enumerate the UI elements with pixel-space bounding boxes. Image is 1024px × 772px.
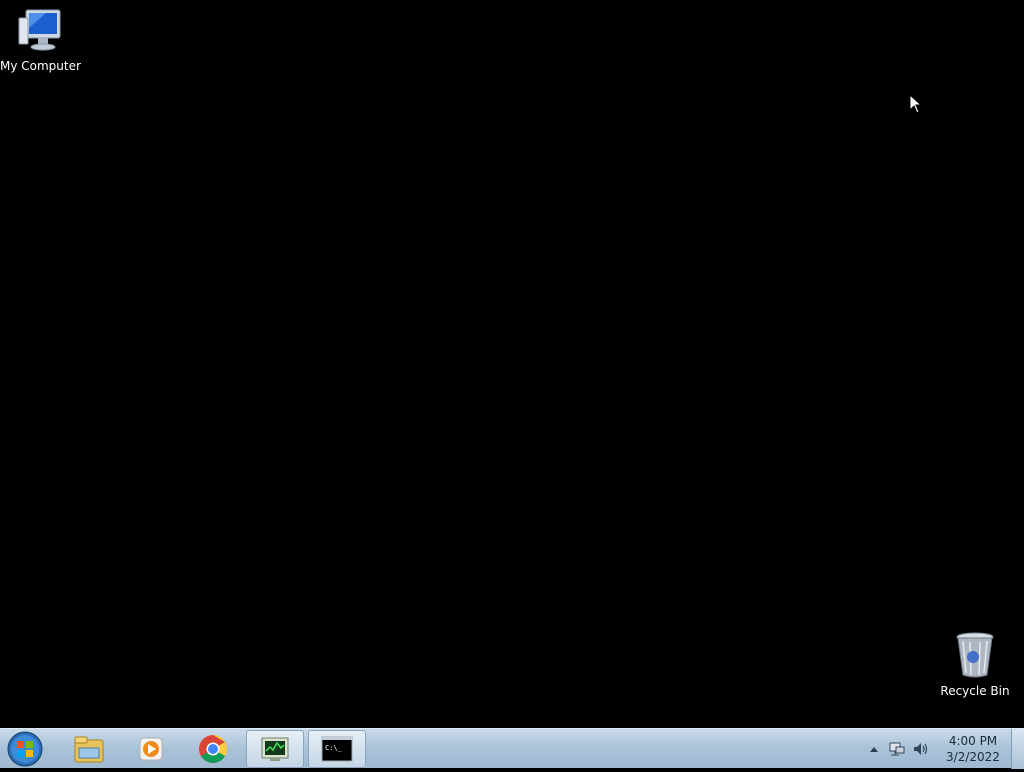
- network-icon: [889, 742, 905, 756]
- computer-icon: [18, 9, 61, 51]
- desktop-icon-recycle-bin[interactable]: Recycle Bin: [935, 631, 1015, 698]
- windows-explorer-icon: [74, 736, 104, 763]
- desktop[interactable]: My Computer Recycle Bin: [0, 0, 1024, 728]
- taskbar-clock[interactable]: 4:00 PM 3/2/2022: [940, 733, 1006, 765]
- taskbar-button-task-manager[interactable]: [246, 730, 304, 768]
- taskbar-button-windows-explorer[interactable]: [60, 730, 118, 768]
- desktop-icon-label: Recycle Bin: [940, 684, 1010, 698]
- start-button[interactable]: [5, 730, 47, 768]
- show-desktop-button[interactable]: [1011, 729, 1024, 769]
- mouse-cursor-icon: [909, 94, 923, 114]
- task-manager-icon: [261, 737, 289, 761]
- recycle-bin-icon: [956, 632, 994, 678]
- cmd-prompt-text: C:\_: [325, 744, 343, 752]
- taskbar-button-command-prompt[interactable]: C:\_: [308, 730, 366, 768]
- windows-start-orb-icon: [7, 731, 43, 767]
- network-tray-button[interactable]: [888, 729, 908, 769]
- taskbar-button-chrome[interactable]: [184, 730, 242, 768]
- desktop-icon-my-computer[interactable]: My Computer: [0, 8, 81, 73]
- desktop-icon-label: My Computer: [0, 59, 81, 73]
- show-hidden-icons-arrow-icon: [870, 747, 878, 752]
- chrome-icon: [199, 735, 227, 763]
- taskbar: C:\_ 4:00 PM 3/2/2022: [0, 728, 1024, 769]
- volume-tray-button[interactable]: [912, 729, 934, 769]
- volume-icon: [914, 743, 928, 755]
- clock-date: 3/2/2022: [946, 750, 1000, 764]
- clock-time: 4:00 PM: [948, 734, 998, 748]
- media-player-icon: [139, 737, 163, 761]
- show-hidden-icons-button[interactable]: [866, 729, 882, 769]
- taskbar-button-media-player[interactable]: [122, 730, 180, 768]
- command-prompt-icon: C:\_: [321, 736, 353, 762]
